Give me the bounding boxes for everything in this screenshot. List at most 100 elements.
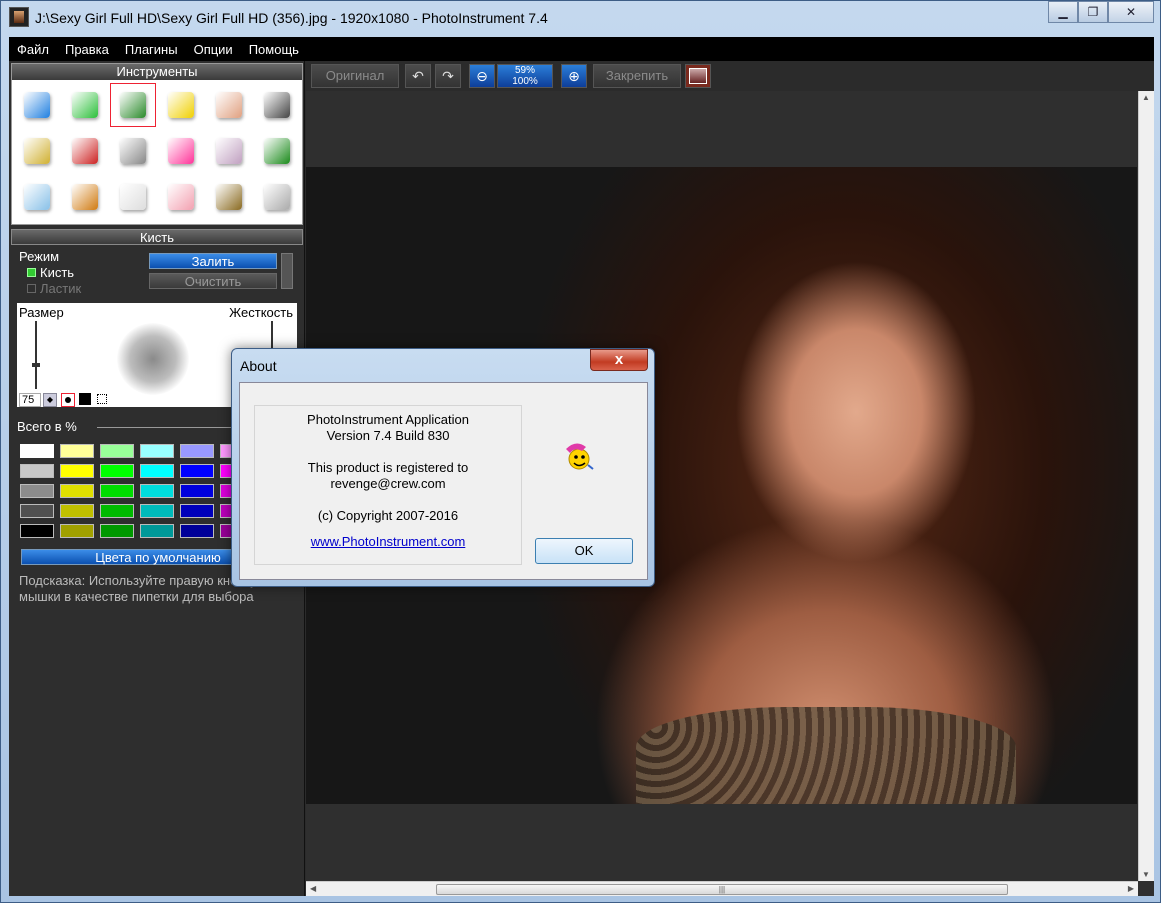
zoom-indicator[interactable]: 59% 100% (497, 64, 553, 88)
tool-text-stack[interactable] (253, 174, 301, 220)
original-button[interactable]: Оригинал (311, 64, 399, 88)
stamp-icon (168, 92, 194, 118)
color-swatch[interactable] (60, 444, 94, 458)
thumbnail-button[interactable] (685, 64, 711, 88)
color-swatch[interactable] (140, 524, 174, 538)
cone-icon (72, 92, 98, 118)
tool-eraser[interactable] (157, 174, 205, 220)
scroll-left-icon[interactable]: ◀ (310, 884, 316, 893)
color-swatch[interactable] (20, 504, 54, 518)
color-swatch[interactable] (100, 464, 134, 478)
color-swatch[interactable] (60, 484, 94, 498)
version-text: Version 7.4 Build 830 (326, 428, 450, 443)
size-value-field[interactable]: 75 (19, 393, 41, 407)
color-swatch[interactable] (60, 464, 94, 478)
menu-options[interactable]: Опции (194, 42, 233, 57)
finger-icon (216, 92, 242, 118)
square-brush-icon[interactable] (79, 393, 91, 405)
tool-drop[interactable] (13, 82, 61, 128)
color-swatch[interactable] (100, 484, 134, 498)
color-swatch[interactable] (20, 464, 54, 478)
maximize-button[interactable]: ❐ (1078, 1, 1108, 23)
color-swatch[interactable] (20, 444, 54, 458)
color-swatch[interactable] (140, 464, 174, 478)
registered-text: This product is registered to (307, 460, 469, 475)
menu-file[interactable]: Файл (17, 42, 49, 57)
zoom-in-button[interactable]: ⊕ (561, 64, 587, 88)
color-swatch[interactable] (180, 524, 214, 538)
horizontal-scrollbar[interactable]: ◀ ||| ▶ (306, 881, 1138, 896)
pin-button[interactable]: Закрепить (593, 64, 681, 88)
color-swatch[interactable] (100, 504, 134, 518)
radio-checked-icon (27, 268, 36, 277)
photo-detail (636, 707, 1016, 804)
mode-eraser-label: Ластик (40, 281, 82, 296)
mode-eraser-radio[interactable]: Ластик (27, 281, 81, 296)
color-swatch[interactable] (100, 524, 134, 538)
vertical-scrollbar[interactable]: ▲ ▼ (1138, 91, 1154, 881)
color-swatch[interactable] (180, 484, 214, 498)
brush-shape-preview (117, 323, 189, 395)
fill-button[interactable]: Залить (149, 253, 277, 269)
color-swatch[interactable] (140, 444, 174, 458)
redo-icon: ↷ (442, 67, 454, 84)
close-window-button[interactable]: ✕ (1108, 1, 1154, 23)
color-swatch[interactable] (180, 444, 214, 458)
scroll-up-icon[interactable]: ▲ (1142, 93, 1150, 102)
tool-eye[interactable] (61, 128, 109, 174)
color-swatch[interactable] (140, 504, 174, 518)
tool-lines[interactable] (205, 128, 253, 174)
spin-icon[interactable]: ◆ (43, 393, 57, 407)
color-swatch[interactable] (20, 484, 54, 498)
color-swatch[interactable] (60, 524, 94, 538)
size-slider[interactable] (35, 321, 37, 389)
color-swatch[interactable] (60, 504, 94, 518)
color-swatch[interactable] (140, 484, 174, 498)
tool-finger[interactable] (205, 82, 253, 128)
app-name: PhotoInstrument Application (307, 412, 469, 427)
menu-edit[interactable]: Правка (65, 42, 109, 57)
tool-tv[interactable] (205, 174, 253, 220)
gradient-bw-icon (120, 138, 146, 164)
tool-rainbow[interactable] (157, 128, 205, 174)
zoom-out-button[interactable]: ⊖ (469, 64, 495, 88)
close-icon: ✕ (1125, 5, 1137, 19)
round-brush-icon[interactable] (61, 393, 75, 407)
scroll-down-icon[interactable]: ▼ (1142, 870, 1150, 879)
tool-gradient-bw[interactable] (109, 128, 157, 174)
tool-cone[interactable] (61, 82, 109, 128)
close-icon: x (614, 351, 624, 368)
tool-tube[interactable] (13, 174, 61, 220)
website-link[interactable]: www.PhotoInstrument.com (255, 534, 521, 550)
selection-icon[interactable] (97, 394, 107, 404)
size-slider-knob[interactable] (32, 363, 40, 367)
tool-pencil-brush[interactable] (109, 82, 157, 128)
dialog-close-button[interactable]: x (590, 349, 648, 371)
tool-pin-tool[interactable] (253, 82, 301, 128)
color-swatch[interactable] (100, 444, 134, 458)
tool-stamp[interactable] (157, 82, 205, 128)
mode-brush-radio[interactable]: Кисть (27, 265, 74, 280)
undo-button[interactable]: ↶ (405, 64, 431, 88)
minimize-button[interactable]: ▁ (1048, 1, 1078, 23)
menu-help[interactable]: Помощь (249, 42, 299, 57)
color-swatch[interactable] (20, 524, 54, 538)
tool-scissors-pin[interactable] (253, 128, 301, 174)
redo-button[interactable]: ↷ (435, 64, 461, 88)
horizontal-scroll-thumb[interactable]: ||| (436, 884, 1008, 895)
clear-button[interactable]: Очистить (149, 273, 277, 289)
drop-icon (24, 92, 50, 118)
ok-button[interactable]: OK (535, 538, 633, 564)
tool-bulb[interactable] (109, 174, 157, 220)
tool-bottle[interactable] (61, 174, 109, 220)
mode-scrollbar[interactable] (281, 253, 293, 289)
magnifier-minus-icon: ⊖ (476, 67, 488, 84)
about-dialog: About x PhotoInstrument Application Vers… (231, 348, 655, 587)
scroll-right-icon[interactable]: ▶ (1128, 884, 1134, 893)
color-swatch[interactable] (180, 504, 214, 518)
color-swatch[interactable] (180, 464, 214, 478)
tool-grid (12, 80, 302, 222)
tool-shield[interactable] (13, 128, 61, 174)
menu-plugins[interactable]: Плагины (125, 42, 178, 57)
app-icon[interactable] (9, 7, 29, 27)
